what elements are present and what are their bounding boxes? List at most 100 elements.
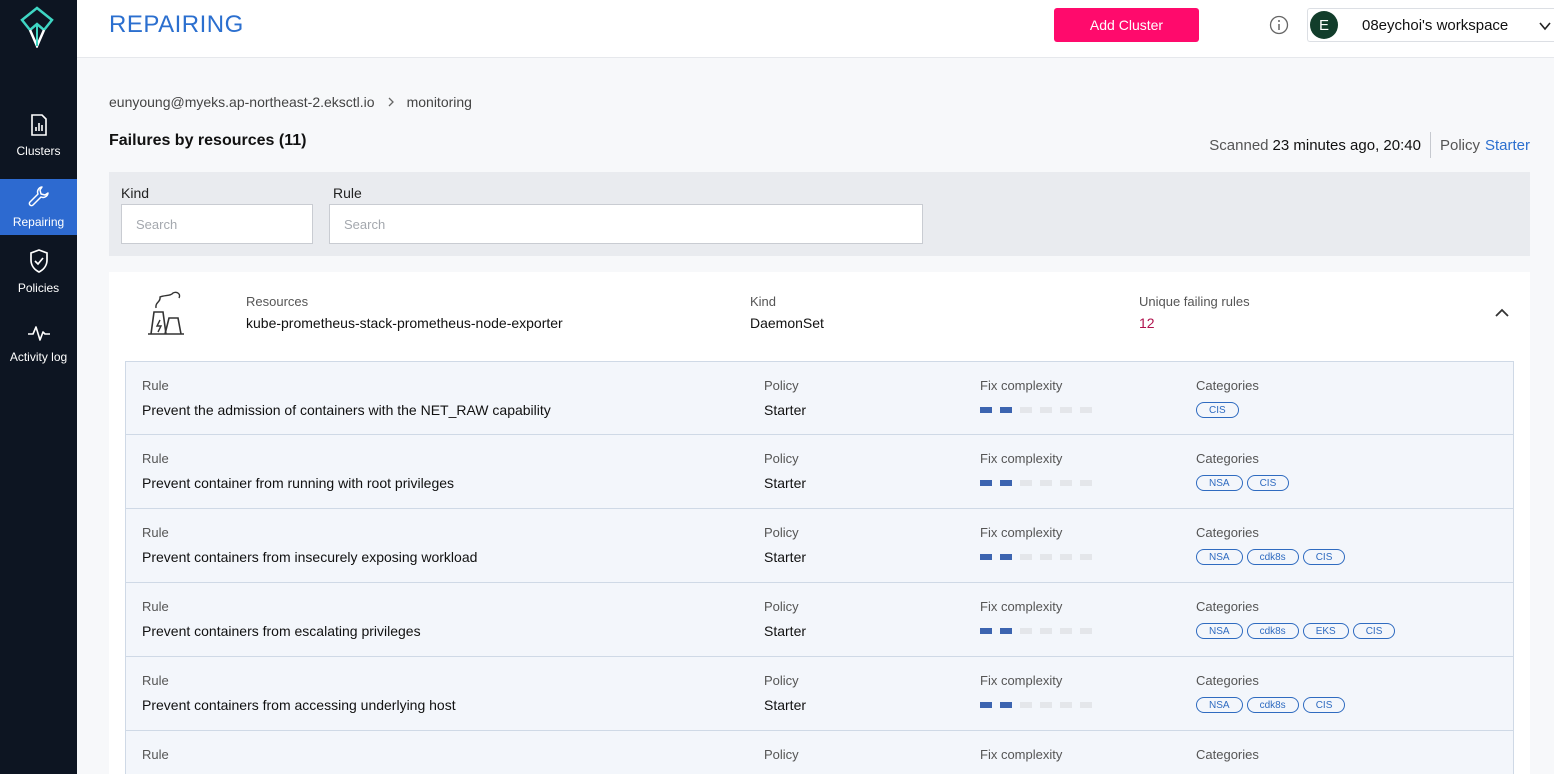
rule-name: Prevent containers from accessing underl… — [142, 697, 456, 713]
rule-label: Rule — [142, 747, 169, 762]
categories-label: Categories — [1196, 747, 1259, 762]
rule-label: Rule — [142, 673, 169, 688]
wrench-icon — [28, 186, 49, 207]
workspace-name: 08eychoi's workspace — [1362, 16, 1509, 34]
info-icon[interactable] — [1269, 15, 1289, 35]
category-tag: cdk8s — [1246, 549, 1299, 565]
complexity-segment — [1040, 628, 1052, 634]
complexity-segment — [1020, 628, 1032, 634]
complexity-segment — [1040, 407, 1052, 413]
kind-label: Kind — [750, 294, 777, 309]
fix-complexity-meter — [980, 480, 1092, 486]
rule-label: Rule — [142, 378, 169, 393]
rule-policy: Starter — [764, 402, 807, 418]
category-tags: CIS — [1196, 402, 1239, 418]
complexity-segment — [1080, 480, 1092, 486]
fix-complexity-label: Fix complexity — [980, 378, 1063, 393]
complexity-segment — [1000, 628, 1012, 634]
top-header: REPAIRING Add Cluster E 08eychoi's works… — [77, 0, 1554, 58]
complexity-segment — [1040, 554, 1052, 560]
kind-filter-label: Kind — [121, 185, 150, 201]
failing-rules-count: 12 — [1139, 315, 1155, 331]
datree-logo[interactable] — [18, 6, 56, 48]
category-tag: NSA — [1196, 697, 1243, 713]
rule-label: Rule — [142, 525, 169, 540]
fix-complexity-meter — [980, 407, 1092, 413]
fix-complexity-label: Fix complexity — [980, 525, 1063, 540]
complexity-segment — [1020, 554, 1032, 560]
rule-policy: Starter — [764, 697, 807, 713]
complexity-segment — [980, 702, 992, 708]
categories-label: Categories — [1196, 525, 1259, 540]
fix-complexity-meter — [980, 554, 1092, 560]
policy-label: Policy — [764, 747, 799, 762]
complexity-segment — [1000, 554, 1012, 560]
chevron-down-icon — [1539, 22, 1551, 31]
rule-name: Prevent containers from insecurely expos… — [142, 549, 478, 565]
category-tag: CIS — [1352, 623, 1396, 639]
fix-complexity-label: Fix complexity — [980, 673, 1063, 688]
policy-label: Policy — [764, 378, 799, 393]
category-tag: cdk8s — [1246, 697, 1299, 713]
sidebar: Clusters Repairing Policies Activity log — [0, 0, 77, 774]
category-tag: CIS — [1196, 402, 1239, 418]
resource-name: kube-prometheus-stack-prometheus-node-ex… — [246, 315, 563, 331]
policy-label: Policy — [1439, 136, 1480, 154]
category-tags: NSA cdk8s EKS CIS — [1196, 623, 1396, 639]
rule-policy: Starter — [764, 549, 807, 565]
chevron-up-icon[interactable] — [1493, 304, 1511, 322]
complexity-segment — [980, 407, 992, 413]
rule-name: Prevent the admission of containers with… — [142, 402, 551, 418]
policy-label: Policy — [764, 525, 799, 540]
complexity-segment — [1040, 702, 1052, 708]
rule-row[interactable]: Rule Policy Fix complexity Categories Preven… — [125, 435, 1514, 509]
policy-label: Policy — [764, 673, 799, 688]
category-tag: CIS — [1302, 549, 1346, 565]
divider — [1429, 132, 1431, 158]
scanned-label: Scanned — [1209, 136, 1269, 154]
category-tag: NSA — [1196, 475, 1243, 491]
breadcrumb-namespace: monitoring — [406, 94, 472, 110]
fix-complexity-meter — [980, 702, 1092, 708]
bar-chart-document-icon — [30, 114, 47, 136]
policy-label: Policy — [764, 451, 799, 466]
policy-link[interactable]: Starter — [1485, 137, 1530, 154]
complexity-segment — [1060, 407, 1072, 413]
complexity-segment — [1080, 407, 1092, 413]
categories-label: Categories — [1196, 599, 1259, 614]
sidebar-item-label: Policies — [17, 281, 60, 295]
rule-row[interactable]: Rule Policy Fix complexity Categories Preven… — [125, 583, 1514, 657]
sidebar-item-policies[interactable]: Policies — [0, 245, 77, 301]
categories-label: Categories — [1196, 378, 1259, 393]
avatar: E — [1310, 11, 1338, 39]
fix-complexity-label: Fix complexity — [980, 599, 1063, 614]
sidebar-item-label: Activity log — [9, 350, 68, 364]
complexity-segment — [1020, 702, 1032, 708]
categories-label: Categories — [1196, 673, 1259, 688]
sidebar-item-repairing[interactable]: Repairing — [0, 179, 77, 235]
resources-label: Resources — [246, 294, 309, 309]
failing-rules-label: Unique failing rules — [1139, 294, 1250, 309]
category-tags: NSA cdk8s CIS — [1196, 549, 1346, 565]
kind-search-input[interactable] — [121, 204, 313, 244]
rule-row[interactable]: Rule Policy Fix complexity Categories Preven… — [125, 509, 1514, 583]
rule-search-input[interactable] — [329, 204, 923, 244]
rule-row[interactable]: Rule Policy Fix complexity Categories Preven… — [125, 657, 1514, 731]
breadcrumb-cluster[interactable]: eunyoung@myeks.ap-northeast-2.eksctl.io — [109, 94, 375, 110]
add-cluster-button[interactable]: Add Cluster — [1054, 8, 1199, 42]
pulse-icon — [27, 326, 50, 341]
category-tags: NSA CIS — [1196, 475, 1290, 491]
sidebar-item-clusters[interactable]: Clusters — [0, 108, 77, 164]
rule-row[interactable]: Rule Policy Fix complexity Categories Preven… — [125, 361, 1514, 435]
sidebar-item-label: Repairing — [12, 215, 65, 229]
workspace-selector[interactable]: E 08eychoi's workspace — [1307, 8, 1554, 42]
category-tag: cdk8s — [1246, 623, 1299, 639]
complexity-segment — [1080, 554, 1092, 560]
complexity-segment — [980, 480, 992, 486]
category-tag: EKS — [1302, 623, 1349, 639]
sidebar-item-activity-log[interactable]: Activity log — [0, 314, 77, 370]
resource-card: Resources kube-prometheus-stack-promethe… — [109, 272, 1530, 774]
fix-complexity-label: Fix complexity — [980, 451, 1063, 466]
factory-icon — [148, 291, 184, 335]
rule-row[interactable]: Rule Policy Fix complexity Categories — [125, 731, 1514, 774]
